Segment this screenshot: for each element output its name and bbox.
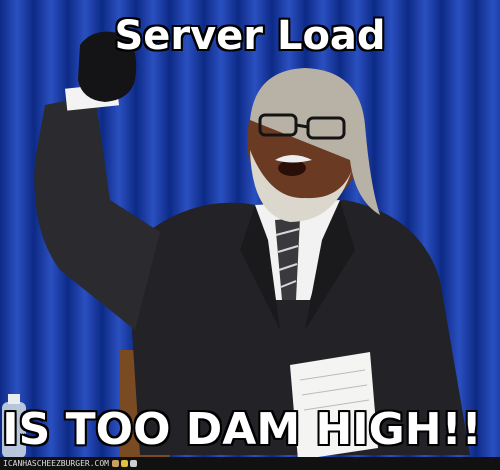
cat-logo-icon [111, 460, 119, 467]
meme-image: Server Load IS TOO DAM HIGH!! ICANHASCHE… [0, 0, 500, 470]
footer-bar: ICANHASCHEEZBURGER.COM [0, 457, 500, 470]
cheezburger-logo-icon [120, 460, 128, 467]
meme-photo [0, 0, 500, 470]
paw-icon [129, 460, 137, 467]
top-caption: Server Load [114, 13, 386, 59]
watermark-text: ICANHASCHEEZBURGER.COM [3, 459, 109, 468]
watermark-logos [111, 460, 137, 467]
bottom-caption: IS TOO DAM HIGH!! [2, 404, 482, 455]
